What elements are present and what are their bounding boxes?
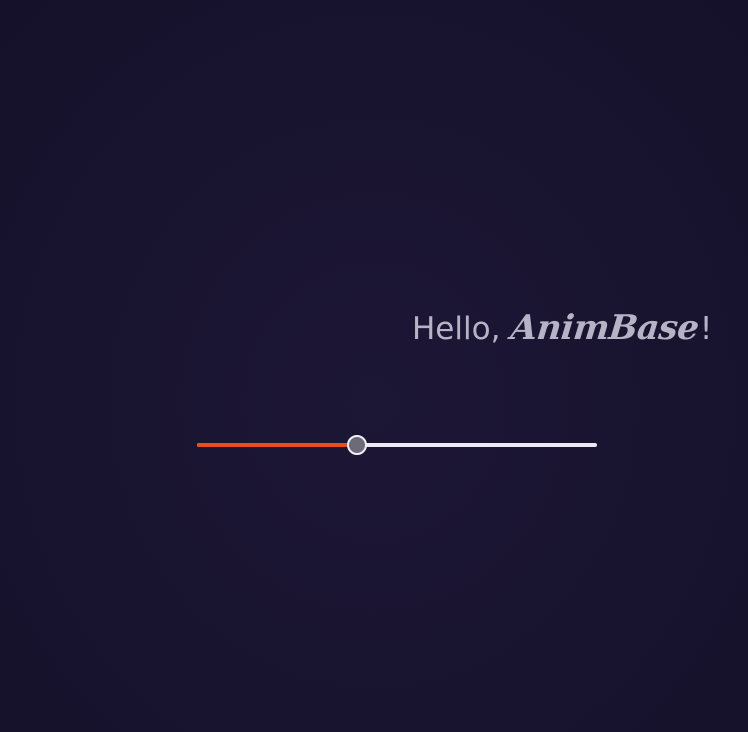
greeting-text: Hello, AnimBase ! bbox=[412, 308, 712, 358]
brand-name: AnimBase bbox=[509, 308, 701, 348]
slider-fill bbox=[197, 443, 357, 447]
slider-thumb[interactable] bbox=[347, 435, 367, 455]
range-slider[interactable] bbox=[197, 434, 597, 456]
greeting-prefix: Hello, bbox=[412, 311, 511, 347]
greeting-suffix: ! bbox=[699, 311, 713, 347]
app-canvas: { "greeting": { "prefix": "Hello, ", "br… bbox=[0, 0, 748, 732]
